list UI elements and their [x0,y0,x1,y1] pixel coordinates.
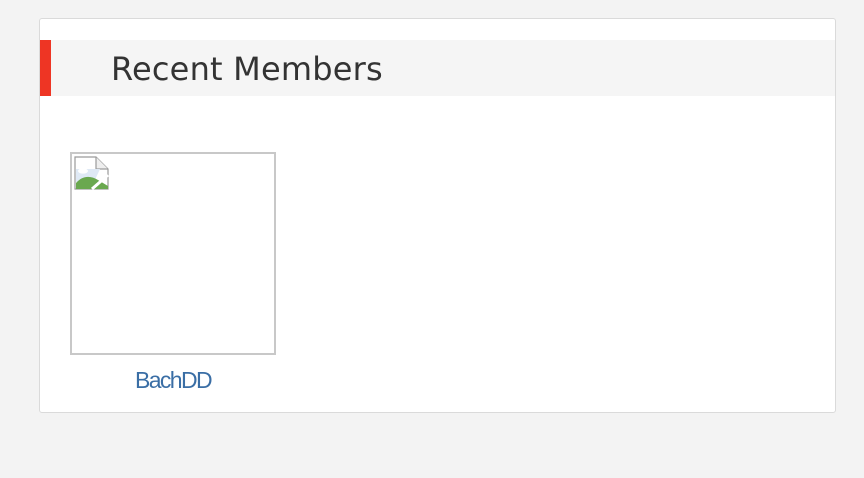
member-name-link[interactable]: BachDD [70,367,276,394]
member-item[interactable]: BachDD [70,152,276,394]
recent-members-widget: Recent Members BachDD [39,18,836,413]
header-accent-bar [40,40,51,96]
widget-title: Recent Members [111,50,383,88]
broken-image-icon [74,156,109,190]
member-avatar[interactable] [70,152,276,355]
member-list: BachDD [70,152,276,394]
widget-header: Recent Members [40,40,835,96]
